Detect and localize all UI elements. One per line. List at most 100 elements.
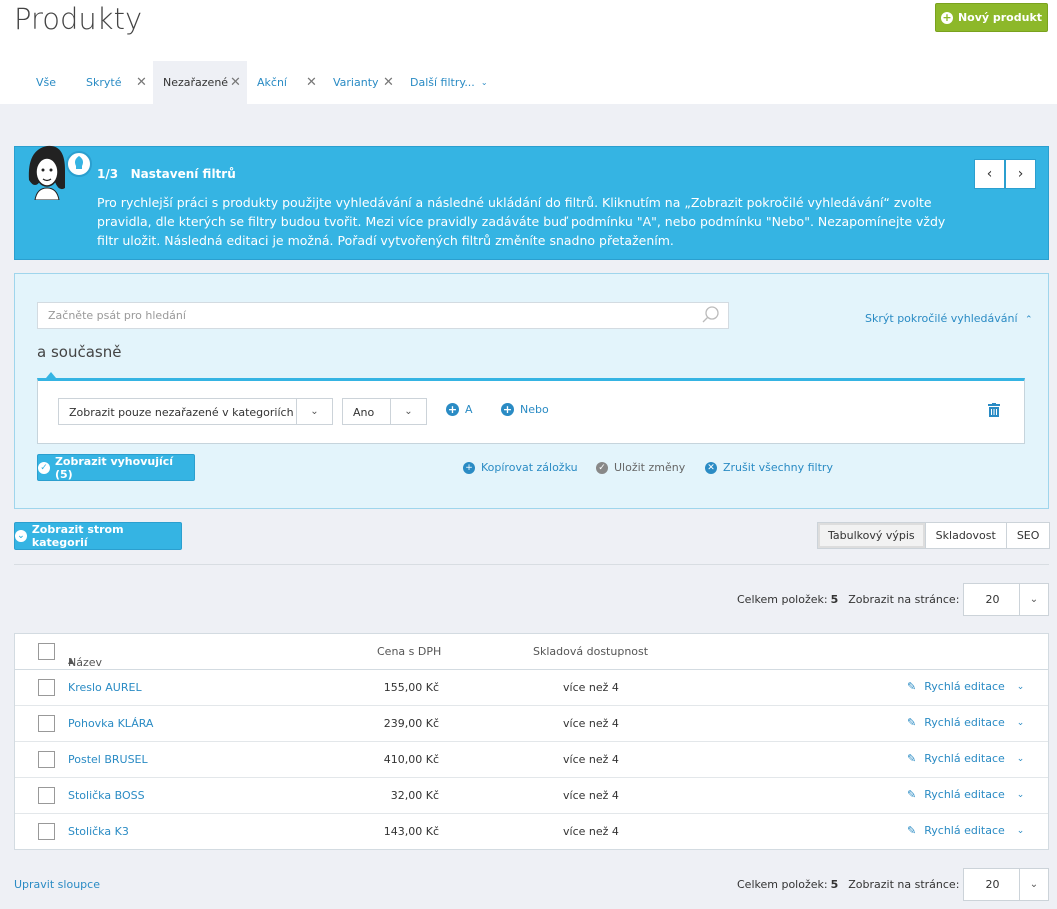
chevron-down-icon: ⌄ [1016, 753, 1025, 764]
rule-value-select[interactable]: Ano ⌄ [342, 398, 427, 425]
row-checkbox[interactable] [38, 679, 55, 696]
show-matching-button[interactable]: ✓ Zobrazit vyhovující (5) [37, 454, 195, 481]
trash-icon[interactable] [988, 403, 1000, 417]
pager-bottom: Celkem položek: 5 Zobrazit na stránce: [737, 868, 959, 901]
guide-title: Nastavení filtrů [130, 167, 236, 181]
quick-edit-link[interactable]: ✎ Rychlá editace ⌄ [907, 680, 1024, 693]
copy-tab-link[interactable]: + Kopírovat záložku [463, 461, 578, 474]
chevron-down-icon: ⌄ [480, 78, 488, 87]
product-stock: více než 4 [563, 681, 619, 694]
cancel-filters-link[interactable]: ✕ Zrušit všechny filtry [705, 461, 833, 474]
pager-top: Celkem položek: 5 Zobrazit na stránce: [737, 583, 959, 616]
search-icon[interactable] [702, 306, 720, 324]
table-row: Postel BRUSEL 410,00 Kč více než 4 ✎ Rych… [15, 742, 1048, 778]
search-placeholder: Začněte psát pro hledání [48, 309, 186, 322]
save-changes-link[interactable]: ✓ Uložit změny [596, 461, 685, 474]
column-stock-header[interactable]: Skladová dostupnost [533, 645, 648, 658]
new-product-button[interactable]: + Nový produkt [935, 3, 1048, 32]
plus-icon: + [501, 403, 514, 416]
tab-hidden[interactable]: Skryté [86, 61, 121, 104]
product-name-link[interactable]: Postel BRUSEL [68, 753, 148, 766]
tab-all[interactable]: Vše [36, 61, 56, 104]
view-stock-button[interactable]: Skladovost [926, 523, 1007, 548]
product-stock: více než 4 [563, 789, 619, 802]
quick-edit-label: Rychlá editace [924, 752, 1005, 765]
show-category-tree-button[interactable]: ⌄ Zobrazit strom kategorií [14, 522, 182, 550]
add-and-label: A [465, 403, 473, 416]
select-all-checkbox[interactable] [38, 643, 55, 660]
guide-step: 1/3 [97, 167, 119, 181]
edit-columns-link[interactable]: Upravit sloupce [14, 878, 100, 891]
row-checkbox[interactable] [38, 715, 55, 732]
tab-variants[interactable]: Varianty [333, 61, 379, 104]
view-switcher: Tabulkový výpis Skladovost SEO [817, 522, 1051, 549]
rule-arrow-icon [46, 372, 56, 378]
table-row: Pohovka KLÁRA 239,00 Kč více než 4 ✎ Rych… [15, 706, 1048, 742]
chevron-down-icon: ⌄ [1016, 681, 1025, 692]
quick-edit-link[interactable]: ✎ Rychlá editace ⌄ [907, 824, 1024, 837]
total-label: Celkem položek: [737, 878, 828, 891]
column-price-header[interactable]: Cena s DPH [377, 645, 441, 658]
tree-button-label: Zobrazit strom kategorií [31, 523, 124, 549]
product-price: 143,00 Kč [383, 825, 439, 838]
per-page-select[interactable]: 20 ⌄ [963, 583, 1049, 616]
product-stock: více než 4 [563, 753, 619, 766]
table-row: Kreslo AUREL 155,00 Kč více než 4 ✎ Rychl… [15, 670, 1048, 706]
quick-edit-link[interactable]: ✎ Rychlá editace ⌄ [907, 788, 1024, 801]
tab-sale-close-icon[interactable]: ✕ [306, 75, 317, 90]
total-count: 5 [830, 878, 839, 891]
row-checkbox[interactable] [38, 751, 55, 768]
tab-uncategorized-label: Nezařazené [163, 76, 229, 89]
search-input[interactable]: Začněte psát pro hledání [37, 302, 729, 329]
tab-sale[interactable]: Akční [257, 61, 287, 104]
pencil-icon: ✎ [907, 752, 917, 765]
quick-edit-label: Rychlá editace [924, 788, 1005, 801]
table-header: Název ▲ Cena s DPH Skladová dostupnost [15, 634, 1048, 670]
tab-uncategorized-close-icon[interactable]: ✕ [230, 75, 241, 90]
advanced-search-panel: Začněte psát pro hledání Skrýt pokročilé… [14, 273, 1049, 509]
add-and-rule-button[interactable]: + A [446, 403, 473, 416]
guide-prev-button[interactable]: ‹ [974, 159, 1005, 189]
rule-condition-value: Zobrazit pouze nezařazené v kategoriích [69, 406, 294, 419]
check-icon: ✓ [596, 461, 608, 474]
tab-variants-close-icon[interactable]: ✕ [383, 75, 394, 90]
products-table: Název ▲ Cena s DPH Skladová dostupnost K… [14, 633, 1049, 850]
guide-banner: 1/3 Nastavení filtrů Pro rychlejší práci… [14, 145, 1049, 260]
quick-edit-label: Rychlá editace [924, 716, 1005, 729]
guide-next-button[interactable]: › [1005, 159, 1036, 189]
guide-heading: 1/3 Nastavení filtrů [97, 167, 236, 181]
filter-rule: Zobrazit pouze nezařazené v kategoriích … [37, 372, 1025, 444]
per-page-label: Zobrazit na stránce: [848, 593, 960, 606]
plus-icon: + [446, 403, 459, 416]
quick-edit-link[interactable]: ✎ Rychlá editace ⌄ [907, 752, 1024, 765]
tab-more-filters-label: Další filtry... [410, 76, 475, 89]
show-matching-label: Zobrazit vyhovující (5) [54, 454, 174, 481]
guide-avatar-icon [28, 145, 92, 200]
chevron-down-icon: ⌄ [1019, 584, 1048, 615]
add-or-rule-button[interactable]: + Nebo [501, 403, 549, 416]
rule-condition-select[interactable]: Zobrazit pouze nezařazené v kategoriích … [58, 398, 333, 425]
product-name-link[interactable]: Kreslo AUREL [68, 681, 142, 694]
pencil-icon: ✎ [907, 680, 917, 693]
view-table-button[interactable]: Tabulkový výpis [818, 523, 926, 548]
guide-text: Pro rychlejší práci s produkty použijte … [97, 195, 946, 248]
product-name-link[interactable]: Stolička BOSS [68, 789, 145, 802]
tab-more-filters[interactable]: Další filtry... ⌄ [410, 61, 488, 104]
chevron-down-icon: ⌄ [390, 399, 426, 424]
per-page-select[interactable]: 20 ⌄ [963, 868, 1049, 901]
quick-edit-link[interactable]: ✎ Rychlá editace ⌄ [907, 716, 1024, 729]
per-page-value: 20 [985, 593, 1000, 606]
tab-hidden-close-icon[interactable]: ✕ [136, 75, 147, 90]
product-name-link[interactable]: Pohovka KLÁRA [68, 717, 153, 730]
and-now-label: a současně [37, 343, 122, 361]
row-checkbox[interactable] [38, 787, 55, 804]
plus-icon: + [463, 461, 475, 474]
row-checkbox[interactable] [38, 823, 55, 840]
filter-tabs: Vše Skryté ✕ Nezařazené ✕ Akční ✕ Varian… [0, 61, 1057, 104]
table-row: Stolička BOSS 32,00 Kč více než 4 ✎ Rychl… [15, 778, 1048, 814]
hide-advanced-search-link[interactable]: Skrýt pokročilé vyhledávání ⌃ [865, 312, 1033, 325]
product-name-link[interactable]: Stolička K3 [68, 825, 129, 838]
view-seo-button[interactable]: SEO [1007, 523, 1050, 548]
plus-icon: + [940, 10, 953, 24]
chevron-down-icon: ⌄ [296, 399, 332, 424]
